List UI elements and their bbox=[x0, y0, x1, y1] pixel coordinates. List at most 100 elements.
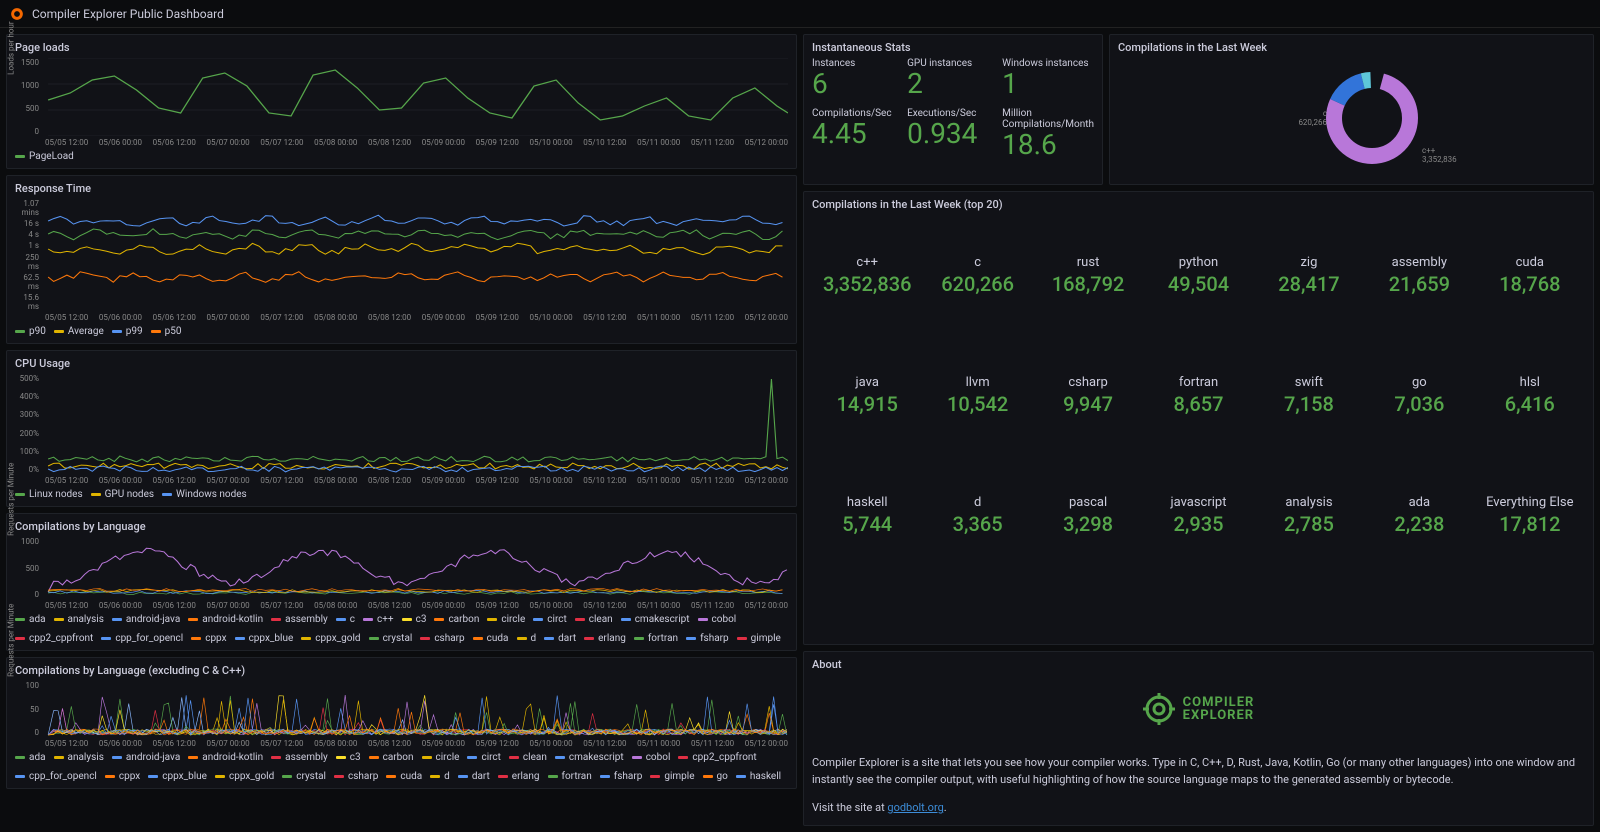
legend-item[interactable]: cppx_gold bbox=[301, 633, 360, 644]
legend-item[interactable]: c3 bbox=[402, 614, 427, 625]
panel-top20[interactable]: Compilations in the Last Week (top 20) c… bbox=[803, 191, 1594, 645]
top20-item: fortran8,657 bbox=[1143, 363, 1253, 428]
panel-title: Compilations by Language bbox=[15, 520, 788, 533]
legend-item[interactable]: cuda bbox=[386, 771, 422, 782]
legend-item[interactable]: cppx bbox=[191, 633, 226, 644]
legend-item[interactable]: Windows nodes bbox=[162, 489, 247, 500]
stat-block: Executions/Sec0.934 bbox=[907, 108, 994, 161]
legend-item[interactable]: dart bbox=[544, 633, 576, 644]
legend-item[interactable]: crystal bbox=[369, 633, 413, 644]
legend-item[interactable]: cppx_blue bbox=[235, 633, 294, 644]
panel-instant-stats[interactable]: Instantaneous Stats Instances6GPU instan… bbox=[803, 34, 1103, 185]
legend-item[interactable]: android-java bbox=[112, 614, 180, 625]
legend-item[interactable]: cppx_gold bbox=[215, 771, 274, 782]
legend-item[interactable]: cppx_blue bbox=[148, 771, 207, 782]
legend-item[interactable]: fsharp bbox=[686, 633, 729, 644]
legend-item[interactable]: fortran bbox=[634, 633, 678, 644]
legend-item[interactable]: c bbox=[336, 614, 355, 625]
legend-item[interactable]: android-kotlin bbox=[188, 752, 263, 763]
cpu-chart bbox=[15, 374, 788, 474]
legend-item[interactable]: cppx bbox=[105, 771, 140, 782]
legend-item[interactable]: cpp_for_opencl bbox=[101, 633, 183, 644]
legend-item[interactable]: ada bbox=[15, 752, 46, 763]
legend-item[interactable]: assembly bbox=[271, 614, 328, 625]
top20-item: go7,036 bbox=[1364, 363, 1474, 428]
legend-item[interactable]: cpp_for_opencl bbox=[15, 771, 97, 782]
y-axis-label: Requests per Minute bbox=[7, 604, 16, 677]
panel-cpu-usage[interactable]: CPU Usage 500%400%300%200%100%0% 05/05 1… bbox=[6, 350, 797, 507]
legend-item[interactable]: d bbox=[517, 633, 537, 644]
legend-item[interactable]: android-kotlin bbox=[188, 614, 263, 625]
panel-response-time[interactable]: Response Time 1.07 mins16 s4 s1 s250 ms6… bbox=[6, 175, 797, 344]
stats-grid: Instances6GPU instances2Windows instance… bbox=[812, 58, 1094, 161]
legend-item[interactable]: GPU nodes bbox=[91, 489, 154, 500]
legend-item[interactable]: p90 bbox=[15, 326, 46, 337]
legend-item[interactable]: crystal bbox=[282, 771, 326, 782]
legend-item[interactable]: circt bbox=[533, 614, 566, 625]
legend-item[interactable]: cmakescript bbox=[555, 752, 624, 763]
legend-item[interactable]: csharp bbox=[420, 633, 464, 644]
godbolt-link[interactable]: godbolt.org bbox=[887, 801, 943, 814]
legend-item[interactable]: c3 bbox=[336, 752, 361, 763]
legend-item[interactable]: carbon bbox=[369, 752, 414, 763]
legend-item[interactable]: cuda bbox=[473, 633, 509, 644]
y-ticks: 1000 500 0 bbox=[15, 537, 43, 599]
legend-item[interactable]: Average bbox=[54, 326, 104, 337]
stat-block: Instances6 bbox=[812, 58, 899, 100]
legend-item[interactable]: csharp bbox=[334, 771, 378, 782]
legend-item[interactable]: analysis bbox=[54, 752, 104, 763]
panel-comp-by-lang[interactable]: Compilations by Language 1000 500 0 Requ… bbox=[6, 513, 797, 651]
legend-item[interactable]: android-java bbox=[112, 752, 180, 763]
legend-item[interactable]: c++ bbox=[363, 614, 394, 625]
legend-item[interactable]: Linux nodes bbox=[15, 489, 83, 500]
legend-item[interactable]: cpp2_cppfront bbox=[678, 752, 756, 763]
x-ticks: 05/05 12:0005/06 00:0005/06 12:0005/07 0… bbox=[15, 313, 788, 322]
legend-item[interactable]: circt bbox=[467, 752, 500, 763]
top20-item: c++3,352,836 bbox=[812, 243, 922, 308]
legend-item[interactable]: cpp2_cppfront bbox=[15, 633, 93, 644]
legend-item[interactable]: dart bbox=[458, 771, 490, 782]
panel-comp-by-lang-ex[interactable]: Compilations by Language (excluding C & … bbox=[6, 657, 797, 789]
legend-item[interactable]: d bbox=[430, 771, 450, 782]
gear-icon bbox=[1143, 693, 1175, 725]
legend-item[interactable]: circle bbox=[487, 614, 525, 625]
svg-text:3,352,836: 3,352,836 bbox=[1422, 155, 1457, 164]
panel-title: Compilations by Language (excluding C & … bbox=[15, 664, 788, 677]
panel-title: About bbox=[812, 658, 1585, 671]
panel-page-loads[interactable]: Page loads 1500 1000 500 0 Loads per hou… bbox=[6, 34, 797, 169]
legend-item[interactable]: fortran bbox=[548, 771, 592, 782]
legend-item[interactable]: p99 bbox=[112, 326, 143, 337]
legend-item[interactable]: cobol bbox=[632, 752, 671, 763]
legend-item[interactable]: cobol bbox=[698, 614, 737, 625]
legend-item[interactable]: haskell bbox=[736, 771, 781, 782]
top20-item: haskell5,744 bbox=[812, 483, 922, 548]
response-time-chart bbox=[15, 199, 788, 311]
about-body: Compiler Explorer is a site that lets yo… bbox=[812, 755, 1585, 788]
legend-item[interactable]: go bbox=[703, 771, 728, 782]
legend-item[interactable]: analysis bbox=[54, 614, 104, 625]
legend-item[interactable]: carbon bbox=[434, 614, 479, 625]
legend-item[interactable]: clean bbox=[509, 752, 547, 763]
y-ticks: 100 50 0 bbox=[15, 681, 43, 737]
legend-item[interactable]: clean bbox=[575, 614, 613, 625]
top20-item: c620,266 bbox=[922, 243, 1032, 308]
legend-item[interactable]: gimple bbox=[737, 633, 781, 644]
topbar: Compiler Explorer Public Dashboard bbox=[0, 0, 1600, 28]
legend-item[interactable]: assembly bbox=[271, 752, 328, 763]
legend-item[interactable]: gimple bbox=[650, 771, 694, 782]
panel-about[interactable]: About COMPILER EXPLORER Compiler Explore… bbox=[803, 651, 1594, 826]
compiler-explorer-logo: COMPILER EXPLORER bbox=[812, 675, 1585, 743]
legend-item[interactable]: PageLoad bbox=[15, 151, 74, 162]
legend-item[interactable]: p50 bbox=[151, 326, 182, 337]
legend: p90 Average p99 p50 bbox=[15, 326, 788, 337]
right-column: Instantaneous Stats Instances6GPU instan… bbox=[803, 34, 1594, 826]
legend-item[interactable]: cmakescript bbox=[621, 614, 690, 625]
legend-item[interactable]: circle bbox=[422, 752, 460, 763]
legend-item[interactable]: ada bbox=[15, 614, 46, 625]
legend-item[interactable]: fsharp bbox=[600, 771, 643, 782]
x-ticks: 05/05 12:0005/06 00:0005/06 12:0005/07 0… bbox=[15, 138, 788, 147]
dashboard-title: Compiler Explorer Public Dashboard bbox=[32, 7, 224, 21]
panel-compilations-donut[interactable]: Compilations in the Last Week c 620,266 … bbox=[1109, 34, 1594, 185]
legend-item[interactable]: erlang bbox=[498, 771, 540, 782]
legend-item[interactable]: erlang bbox=[584, 633, 626, 644]
